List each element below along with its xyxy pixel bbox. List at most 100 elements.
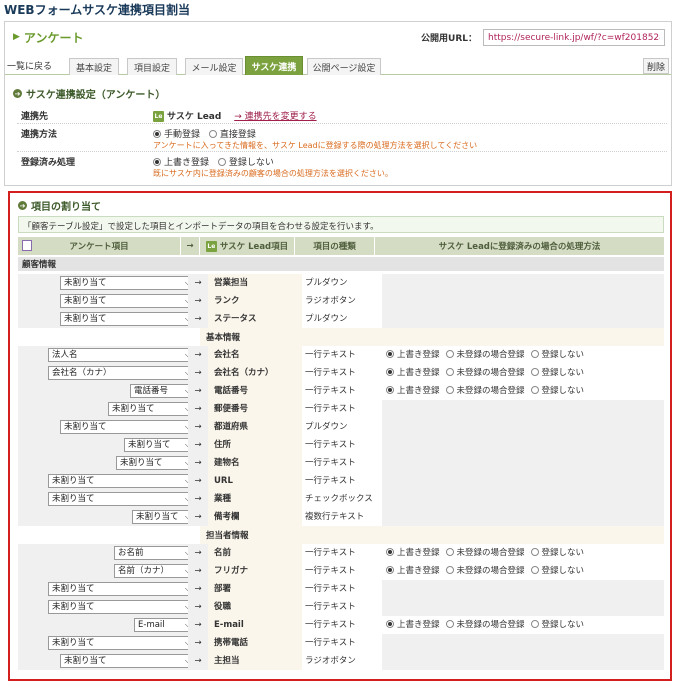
process-skip-radio[interactable] — [530, 619, 539, 628]
process-skip-radio[interactable] — [530, 547, 539, 556]
lead-field-name: 電話番号 — [208, 382, 302, 400]
source-select[interactable]: 電話番号⌵ — [130, 384, 194, 398]
dest-row: 連携先 Le サスケ Lead → 連携先を変更する — [17, 106, 667, 124]
table-row: 未割り当て⌵→備考欄複数行テキスト — [18, 508, 664, 526]
table-row: 未割り当て⌵→ランクラジオボタン — [18, 292, 664, 310]
mapping-description: 「顧客テーブル設定」で設定した項目とインポートデータの項目を合わせる設定を行いま… — [18, 216, 664, 233]
source-select[interactable]: 名前（カナ）⌵ — [114, 564, 194, 578]
process-overwrite-radio[interactable] — [386, 565, 394, 574]
source-select-value: 未割り当て — [64, 278, 107, 288]
duplicate-options: 上書き登録 登録しない 既にサスケ内に登録済みの顧客の場合の処理方法を選択くださ… — [153, 155, 393, 179]
source-select[interactable]: E-mail⌵ — [134, 618, 194, 632]
lead-field-name: 会社名 — [208, 346, 302, 364]
process-unregistered-radio[interactable] — [445, 385, 454, 394]
process-cell — [382, 400, 664, 418]
source-select[interactable]: 未割り当て⌵ — [132, 510, 194, 524]
source-select-value: 未割り当て — [136, 512, 179, 522]
field-type: 一行テキスト — [302, 382, 382, 400]
process-cell — [382, 310, 664, 328]
process-cell — [382, 508, 664, 526]
row-arrow: → — [188, 490, 208, 508]
process-cell — [382, 490, 664, 508]
header-enquete-text: アンケート項目 — [69, 242, 129, 252]
process-overwrite-label: 上書き登録 — [397, 350, 440, 360]
tab-item-settings[interactable]: 項目設定 — [127, 58, 177, 75]
field-type: ラジオボタン — [302, 652, 382, 670]
source-select[interactable]: 未割り当て⌵ — [48, 474, 194, 488]
link-settings-title: ➔ サスケ連携設定（アンケート） — [13, 86, 165, 101]
process-overwrite-radio[interactable] — [386, 547, 394, 556]
source-select[interactable]: 会社名（カナ）⌵ — [48, 366, 194, 380]
row-arrow: → — [188, 454, 208, 472]
process-unregistered-radio[interactable] — [445, 367, 454, 376]
process-overwrite-label: 上書き登録 — [397, 548, 440, 558]
process-cell — [382, 436, 664, 454]
source-select[interactable]: 未割り当て⌵ — [116, 456, 194, 470]
dup-skip-label: 登録しない — [228, 158, 274, 168]
source-select[interactable]: 未割り当て⌵ — [48, 582, 194, 596]
lead-field-name: 部署 — [208, 580, 302, 598]
method-manual-radio[interactable] — [153, 129, 161, 138]
row-arrow: → — [188, 616, 208, 634]
method-row: 連携方法 手動登録 直接登録 アンケートに入ってきた情報を、サスケ Leadに登… — [17, 124, 667, 152]
source-cell: 未割り当て⌵ — [18, 490, 194, 508]
tab-public-page-settings[interactable]: 公開ページ設定 — [307, 58, 381, 75]
tab-bar: 一覧に戻る 基本設定 項目設定 メール設定 サスケ連携 公開ページ設定 削除 — [5, 55, 671, 75]
source-select[interactable]: 未割り当て⌵ — [48, 636, 194, 650]
process-unregistered-radio[interactable] — [445, 349, 454, 358]
source-select[interactable]: 未割り当て⌵ — [48, 600, 194, 614]
dup-overwrite-radio[interactable] — [153, 157, 161, 166]
process-skip-radio[interactable] — [530, 349, 539, 358]
source-select[interactable]: お名前⌵ — [114, 546, 194, 560]
source-select[interactable]: 未割り当て⌵ — [48, 492, 194, 506]
process-overwrite-radio[interactable] — [386, 385, 394, 394]
source-select-value: 未割り当て — [52, 638, 95, 648]
source-select[interactable]: 未割り当て⌵ — [60, 276, 194, 290]
process-skip-label: 登録しない — [541, 548, 585, 558]
process-skip-radio[interactable] — [530, 367, 539, 376]
field-type: 一行テキスト — [302, 436, 382, 454]
table-row: 未割り当て⌵→部署一行テキスト — [18, 580, 664, 598]
method-direct-radio[interactable] — [208, 129, 217, 138]
tab-saske-link[interactable]: サスケ連携 — [245, 56, 303, 75]
process-overwrite-radio[interactable] — [386, 619, 394, 628]
process-overwrite-radio[interactable] — [386, 367, 394, 376]
process-unregistered-radio[interactable] — [445, 619, 454, 628]
process-skip-radio[interactable] — [530, 565, 539, 574]
process-unregistered-radio[interactable] — [445, 565, 454, 574]
public-url-label: 公開用URL： — [421, 34, 477, 44]
tab-mail-settings[interactable]: メール設定 — [185, 58, 243, 75]
process-overwrite-radio[interactable] — [386, 349, 394, 358]
source-select[interactable]: 未割り当て⌵ — [60, 294, 194, 308]
dup-skip-radio[interactable] — [217, 157, 226, 166]
process-cell: 上書き登録 未登録の場合登録 登録しない — [382, 616, 664, 634]
source-cell: 未割り当て⌵ — [18, 652, 194, 670]
change-dest-link[interactable]: → 連携先を変更する — [234, 112, 316, 122]
row-arrow: → — [188, 634, 208, 652]
process-unregistered-label: 未登録の場合登録 — [456, 620, 525, 630]
tab-basic-settings[interactable]: 基本設定 — [69, 58, 119, 75]
source-select[interactable]: 未割り当て⌵ — [60, 312, 194, 326]
process-cell — [382, 580, 664, 598]
field-type: 一行テキスト — [302, 562, 382, 580]
dup-overwrite-label: 上書き登録 — [164, 158, 210, 168]
table-row: 名前（カナ）⌵→フリガナ一行テキスト 上書き登録 未登録の場合登録 登録しない — [18, 562, 664, 580]
source-select[interactable]: 未割り当て⌵ — [124, 438, 194, 452]
process-unregistered-radio[interactable] — [445, 547, 454, 556]
source-select[interactable]: 法人名⌵ — [48, 348, 194, 362]
header-type: 項目の種類 — [295, 237, 374, 255]
row-arrow: → — [188, 292, 208, 310]
row-arrow: → — [188, 580, 208, 598]
table-row: 未割り当て⌵→都道府県プルダウン — [18, 418, 664, 436]
delete-button[interactable]: 削除 — [643, 58, 669, 74]
source-select[interactable]: 未割り当て⌵ — [60, 420, 194, 434]
public-url-input[interactable] — [483, 29, 665, 46]
back-to-list-link[interactable]: 一覧に戻る — [7, 59, 52, 72]
lead-field-name: 備考欄 — [208, 508, 302, 526]
process-skip-label: 登録しない — [541, 350, 585, 360]
source-select[interactable]: 未割り当て⌵ — [108, 402, 194, 416]
source-select[interactable]: 未割り当て⌵ — [60, 654, 194, 668]
source-cell: 未割り当て⌵ — [18, 472, 194, 490]
process-skip-radio[interactable] — [530, 385, 539, 394]
table-row: 未割り当て⌵→URL一行テキスト — [18, 472, 664, 490]
